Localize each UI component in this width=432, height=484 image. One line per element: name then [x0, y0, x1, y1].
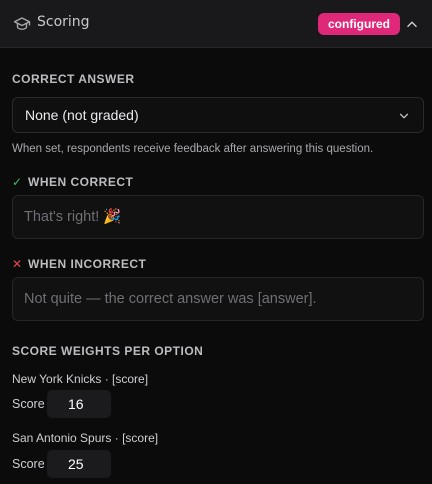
- option-label: San Antonio Spurs · [score]: [12, 431, 159, 445]
- section-title: Scoring: [37, 14, 90, 30]
- score-field[interactable]: [47, 390, 111, 418]
- scoring-panel: Scoring configured CORRECT ANSWER None (…: [0, 0, 432, 484]
- scoring-header[interactable]: Scoring configured: [0, 0, 432, 48]
- cross-icon: ✕: [12, 257, 23, 271]
- score-label: Score: [12, 457, 45, 471]
- score-field[interactable]: [47, 450, 111, 478]
- score-label: Score: [12, 397, 45, 411]
- when-correct-input[interactable]: [13, 196, 423, 238]
- check-icon: ✓: [12, 175, 23, 189]
- option-label: New York Knicks · [score]: [12, 372, 149, 386]
- chevron-down-icon: [399, 113, 409, 119]
- correct-answer-value: None (not graded): [25, 107, 139, 123]
- status-badge: configured: [318, 13, 400, 35]
- score-input[interactable]: [47, 390, 111, 418]
- score-weights-label: SCORE WEIGHTS PER OPTION: [12, 344, 204, 358]
- graduation-cap-icon: [13, 17, 31, 30]
- correct-answer-select[interactable]: None (not graded): [12, 97, 424, 133]
- when-incorrect-field[interactable]: [12, 277, 424, 321]
- correct-answer-label: CORRECT ANSWER: [12, 72, 135, 86]
- when-incorrect-input[interactable]: [13, 278, 423, 320]
- when-correct-field[interactable]: [12, 195, 424, 239]
- when-correct-label: WHEN CORRECT: [28, 175, 134, 189]
- score-input[interactable]: [47, 450, 111, 478]
- chevron-up-icon[interactable]: [405, 17, 419, 31]
- when-incorrect-label: WHEN INCORRECT: [28, 257, 147, 271]
- correct-answer-help: When set, respondents receive feedback a…: [12, 143, 374, 155]
